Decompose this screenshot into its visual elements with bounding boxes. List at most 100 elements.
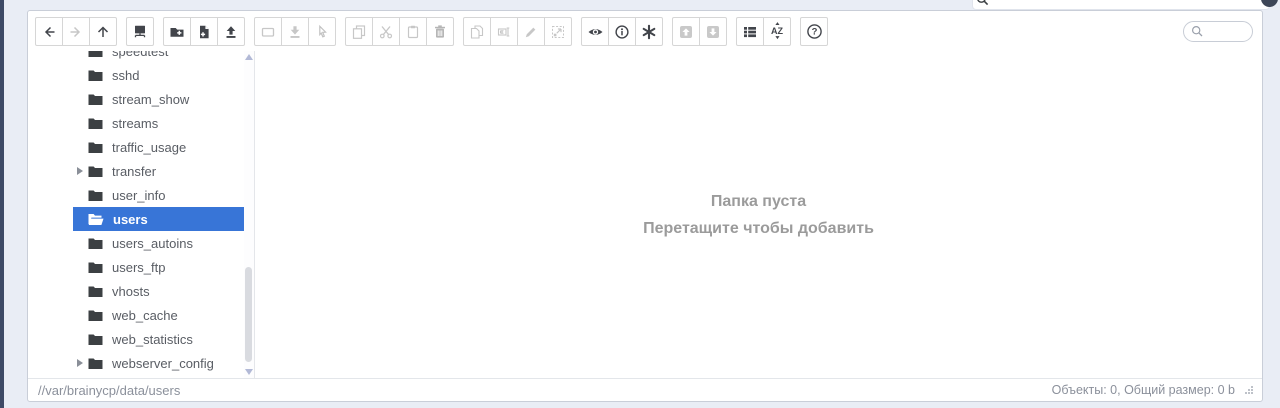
- toolbar-search[interactable]: [1183, 21, 1253, 42]
- new-folder-button[interactable]: [163, 17, 191, 46]
- tree-item-inner[interactable]: traffic_usage: [73, 135, 252, 159]
- tree-item-inner[interactable]: users_autoins: [73, 231, 252, 255]
- tree-item-streams[interactable]: streams: [28, 111, 254, 135]
- tree-item-web_statistics[interactable]: web_statistics: [28, 327, 254, 351]
- tree-item-users[interactable]: users: [28, 207, 254, 231]
- folder-icon: [88, 333, 103, 346]
- help-button[interactable]: ?: [800, 17, 828, 46]
- folder-icon: [88, 117, 103, 130]
- topstrip-search-box[interactable]: [972, 0, 1270, 10]
- svg-text:?: ?: [811, 27, 817, 38]
- tree-item-label: users_autoins: [112, 236, 193, 251]
- folder-tree: speedtest sshd stream_show streams: [28, 51, 255, 378]
- tree-item-inner[interactable]: streams: [73, 111, 252, 135]
- info-button[interactable]: [608, 17, 636, 46]
- search-input[interactable]: [1204, 25, 1252, 39]
- search-icon: [1191, 25, 1204, 38]
- tree-item-inner[interactable]: web_cache: [73, 303, 252, 327]
- archive-button[interactable]: [672, 17, 700, 46]
- tree-item-vhosts[interactable]: vhosts: [28, 279, 254, 303]
- tree-item-traffic_usage[interactable]: traffic_usage: [28, 135, 254, 159]
- question-circle-icon: ?: [806, 23, 823, 40]
- sort-down-caret: ▼: [774, 36, 781, 41]
- tree-item-sshd[interactable]: sshd: [28, 63, 254, 87]
- scroll-up-arrow-icon[interactable]: [245, 54, 253, 60]
- empty-folder-message: Папка пуста Перетащите чтобы добавить: [643, 188, 874, 242]
- resize-button[interactable]: [544, 17, 572, 46]
- list-view-icon: [742, 24, 758, 40]
- folder-icon: [88, 309, 103, 322]
- permissions-button[interactable]: [635, 17, 663, 46]
- file-list-area[interactable]: Папка пуста Перетащите чтобы добавить: [255, 51, 1262, 378]
- back-button[interactable]: [35, 17, 63, 46]
- tree-item-inner[interactable]: web_statistics: [73, 327, 252, 351]
- trash-icon: [432, 24, 448, 40]
- resize-grip-icon[interactable]: [1244, 385, 1254, 395]
- preview-button[interactable]: [581, 17, 609, 46]
- scroll-down-arrow-icon[interactable]: [245, 369, 253, 375]
- empty-folder-subtitle: Перетащите чтобы добавить: [643, 215, 874, 242]
- folder-open-icon: [88, 213, 104, 226]
- toolbar-group-view-info: [581, 17, 663, 46]
- tree-item-users_autoins[interactable]: users_autoins: [28, 231, 254, 255]
- pencil-icon: [523, 24, 539, 40]
- empty-folder-title: Папка пуста: [643, 188, 874, 215]
- tree-item-inner[interactable]: stream_show: [73, 87, 252, 111]
- tree-item-label: users_ftp: [112, 260, 165, 275]
- duplicate-button[interactable]: [463, 17, 491, 46]
- tree-item-inner[interactable]: users_ftp: [73, 255, 252, 279]
- tree-item-inner[interactable]: transfer: [73, 159, 252, 183]
- tree-item-stream_show[interactable]: stream_show: [28, 87, 254, 111]
- tree-item-inner[interactable]: users: [73, 207, 252, 231]
- forward-button[interactable]: [62, 17, 90, 46]
- netmount-button[interactable]: [126, 17, 154, 46]
- folder-icon: [88, 285, 103, 298]
- status-right: Объекты: 0, Общий размер: 0 b: [1052, 383, 1254, 397]
- tree-item-users_ftp[interactable]: users_ftp: [28, 255, 254, 279]
- toolbar-group-create: [163, 17, 245, 46]
- open-button[interactable]: [254, 17, 282, 46]
- scroll-thumb[interactable]: [245, 267, 252, 362]
- rename-button[interactable]: [490, 17, 518, 46]
- sort-button[interactable]: ▲AZ▼: [763, 17, 791, 46]
- delete-button[interactable]: [426, 17, 454, 46]
- rectangle-icon: [260, 24, 276, 40]
- tree-item-label: speedtest: [112, 51, 168, 59]
- tree-item-speedtest[interactable]: speedtest: [28, 51, 254, 63]
- tree-item-inner[interactable]: webserver_config: [73, 351, 252, 375]
- tree-item-inner[interactable]: sshd: [73, 63, 252, 87]
- paste-button[interactable]: [399, 17, 427, 46]
- tree-item-inner[interactable]: vhosts: [73, 279, 252, 303]
- folder-icon: [88, 141, 103, 154]
- arrow-left-icon: [41, 24, 57, 40]
- folder-icon: [88, 357, 103, 370]
- view-list-button[interactable]: [736, 17, 764, 46]
- upload-button[interactable]: [217, 17, 245, 46]
- extract-button[interactable]: [699, 17, 727, 46]
- tree-item-user_info[interactable]: user_info: [28, 183, 254, 207]
- status-bar: //var/brainycp/data/users Объекты: 0, Об…: [28, 378, 1262, 401]
- tree-item-inner[interactable]: speedtest: [73, 51, 252, 63]
- info-circle-icon: [614, 24, 630, 40]
- copy-icon: [351, 24, 367, 40]
- select-button[interactable]: [308, 17, 336, 46]
- download-button[interactable]: [281, 17, 309, 46]
- toolbar-group-edit: [463, 17, 572, 46]
- tree-item-label: vhosts: [112, 284, 150, 299]
- new-file-button[interactable]: [190, 17, 218, 46]
- tree-scrollbar[interactable]: [244, 51, 254, 378]
- tree-item-inner[interactable]: user_info: [73, 183, 252, 207]
- up-button[interactable]: [89, 17, 117, 46]
- folder-plus-icon: [169, 24, 185, 40]
- clipboard-icon: [405, 24, 421, 40]
- eye-icon: [587, 24, 604, 40]
- asterisk-icon: [641, 24, 657, 40]
- cut-button[interactable]: [372, 17, 400, 46]
- copy-button[interactable]: [345, 17, 373, 46]
- tree-item-transfer[interactable]: transfer: [28, 159, 254, 183]
- folder-icon: [88, 237, 103, 250]
- toolbar-group-navigation: [35, 17, 117, 46]
- tree-item-webserver_config[interactable]: webserver_config: [28, 351, 254, 375]
- tree-item-web_cache[interactable]: web_cache: [28, 303, 254, 327]
- edit-button[interactable]: [517, 17, 545, 46]
